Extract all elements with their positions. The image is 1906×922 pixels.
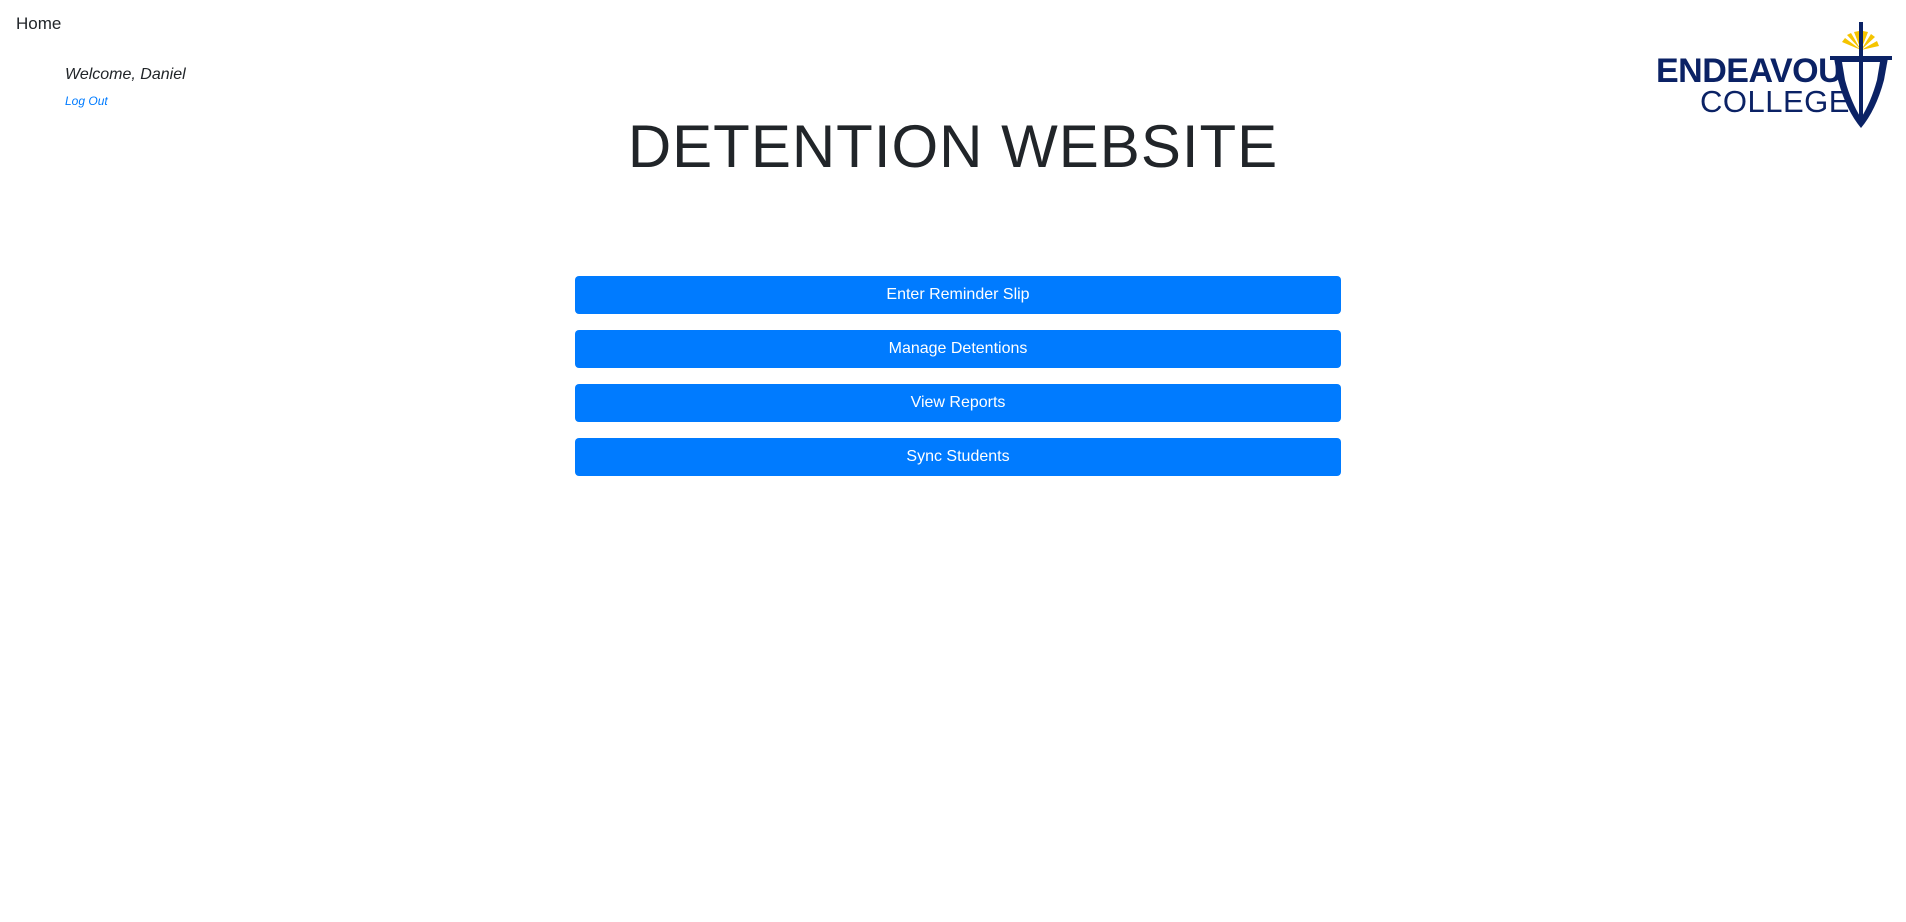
- view-reports-button[interactable]: View Reports: [575, 384, 1341, 422]
- page-title: DETENTION WEBSITE: [627, 113, 1279, 180]
- home-link[interactable]: Home: [16, 14, 61, 34]
- college-crest-icon: [1830, 22, 1892, 128]
- sync-students-button[interactable]: Sync Students: [575, 438, 1341, 476]
- logout-link[interactable]: Log Out: [65, 94, 108, 108]
- welcome-message: Welcome, Daniel: [65, 66, 186, 83]
- manage-detentions-button[interactable]: Manage Detentions: [575, 330, 1341, 368]
- page: Home Welcome, Daniel Log Out DETENTION W…: [0, 0, 1906, 922]
- college-logo: ENDEAVOUR COLLEGE: [1656, 20, 1896, 130]
- main-menu: Enter Reminder Slip Manage Detentions Vi…: [575, 276, 1341, 492]
- enter-reminder-slip-button[interactable]: Enter Reminder Slip: [575, 276, 1341, 314]
